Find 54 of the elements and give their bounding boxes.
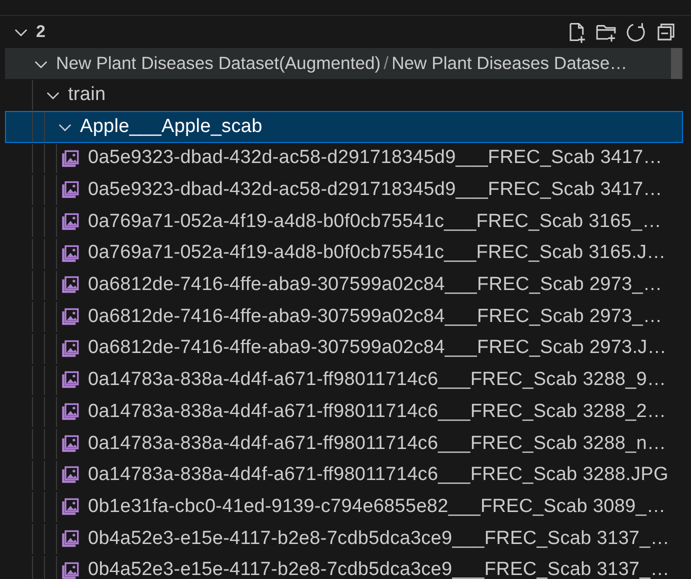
image-file-icon (61, 498, 79, 516)
file-name: 0b4a52e3-e15e-4117-b2e8-7cdb5dca3ce9___FREC_Scab 3137_… (88, 558, 670, 579)
image-file-icon (61, 434, 79, 453)
file-name: 0a5e9323-dbad-432d-ac58-d291718345d9___FREC_Scab 3417… (88, 178, 662, 202)
image-file-icon (61, 150, 79, 168)
image-file-icon (61, 308, 79, 326)
file-name: 0a14783a-838a-4d4f-a671-ff98011714c6___FREC_Scab 3288.JPG (88, 463, 668, 488)
image-file-icon (61, 371, 79, 390)
file-name: 0b1e31fa-cbc0-41ed-9139-c794e6855e82___FREC_Scab 3089_… (88, 494, 666, 519)
refresh-icon[interactable] (625, 20, 647, 43)
file-item[interactable]: 0b4a52e3-e15e-4117-b2e8-7cdb5dca3ce9___FREC_Scab 3137_… (5, 554, 683, 579)
path-suffix: New Plant Diseases Datase… (392, 52, 628, 76)
file-item[interactable]: 0a769a71-052a-4f19-a4d8-b0f0cb75541c___FREC_Scab 3165.J… (5, 238, 683, 270)
folder-item[interactable]: Apple___Apple_scab (5, 111, 683, 143)
file-item[interactable]: 0b1e31fa-cbc0-41ed-9139-c794e6855e82___FREC_Scab 3089_… (5, 491, 683, 523)
scrollbar-thumb[interactable] (671, 48, 682, 79)
file-item[interactable]: 0a6812de-7416-4ffe-aba9-307599a02c84___FREC_Scab 2973.J… (5, 332, 683, 365)
folder-item[interactable]: New Plant Diseases Dataset(Augmented) / New Plant Diseases Datase… (5, 48, 683, 80)
image-file-icon (61, 244, 79, 263)
file-item[interactable]: 0b4a52e3-e15e-4117-b2e8-7cdb5dca3ce9___FREC_Scab 3137_… (5, 523, 683, 555)
file-name: 0a14783a-838a-4d4f-a671-ff98011714c6___FREC_Scab 3288_9… (88, 368, 666, 392)
file-name: 0b4a52e3-e15e-4117-b2e8-7cdb5dca3ce9___FREC_Scab 3137_… (88, 526, 670, 551)
folder-item[interactable]: train (5, 79, 683, 112)
file-name: 0a769a71-052a-4f19-a4d8-b0f0cb75541c___FREC_Scab 3165.J… (88, 241, 666, 266)
file-name: 0a6812de-7416-4ffe-aba9-307599a02c84___FREC_Scab 2973.J… (88, 336, 666, 360)
file-name: 0a5e9323-dbad-432d-ac58-d291718345d9___FREC_Scab 3417… (88, 146, 662, 170)
file-item[interactable]: 0a14783a-838a-4d4f-a671-ff98011714c6___FREC_Scab 3288_n… (5, 428, 683, 460)
file-item[interactable]: 0a14783a-838a-4d4f-a671-ff98011714c6___FREC_Scab 3288.JPG (5, 460, 683, 492)
collapse-all-icon[interactable] (655, 20, 677, 43)
image-file-icon (61, 181, 79, 200)
file-name: 0a14783a-838a-4d4f-a671-ff98011714c6___FREC_Scab 3288_n… (88, 432, 666, 456)
image-file-icon (61, 530, 79, 548)
file-name: 0a6812de-7416-4ffe-aba9-307599a02c84___FREC_Scab 2973_… (88, 273, 662, 298)
file-name: 0a6812de-7416-4ffe-aba9-307599a02c84___FREC_Scab 2973_… (88, 304, 662, 329)
folder-name: train (68, 82, 106, 107)
file-item[interactable]: 0a6812de-7416-4ffe-aba9-307599a02c84___FREC_Scab 2973_… (5, 301, 683, 333)
image-file-icon (61, 340, 79, 358)
image-file-icon (61, 466, 79, 484)
image-file-icon (61, 562, 79, 579)
file-item[interactable]: 0a5e9323-dbad-432d-ac58-d291718345d9___FREC_Scab 3417… (5, 174, 683, 206)
folder-name: New Plant Diseases Dataset(Augmented) (56, 52, 381, 76)
image-file-icon (61, 276, 79, 294)
file-item[interactable]: 0a6812de-7416-4ffe-aba9-307599a02c84___FREC_Scab 2973_… (5, 270, 683, 302)
file-name: 0a769a71-052a-4f19-a4d8-b0f0cb75541c___FREC_Scab 3165_… (88, 210, 662, 234)
path-separator: / (384, 52, 389, 76)
file-item[interactable]: 0a5e9323-dbad-432d-ac58-d291718345d9___FREC_Scab 3417… (5, 142, 683, 174)
image-file-icon (61, 212, 79, 231)
file-name: 0a14783a-838a-4d4f-a671-ff98011714c6___FREC_Scab 3288_2… (88, 400, 666, 424)
file-item[interactable]: 0a14783a-838a-4d4f-a671-ff98011714c6___FREC_Scab 3288_2… (5, 396, 683, 428)
image-file-icon (61, 403, 79, 422)
folder-name: Apple___Apple_scab (80, 114, 262, 139)
file-item[interactable]: 0a769a71-052a-4f19-a4d8-b0f0cb75541c___FREC_Scab 3165_… (5, 206, 683, 238)
workspace-title: 2 (36, 21, 47, 44)
file-item[interactable]: 0a14783a-838a-4d4f-a671-ff98011714c6___FREC_Scab 3288_9… (5, 364, 683, 396)
